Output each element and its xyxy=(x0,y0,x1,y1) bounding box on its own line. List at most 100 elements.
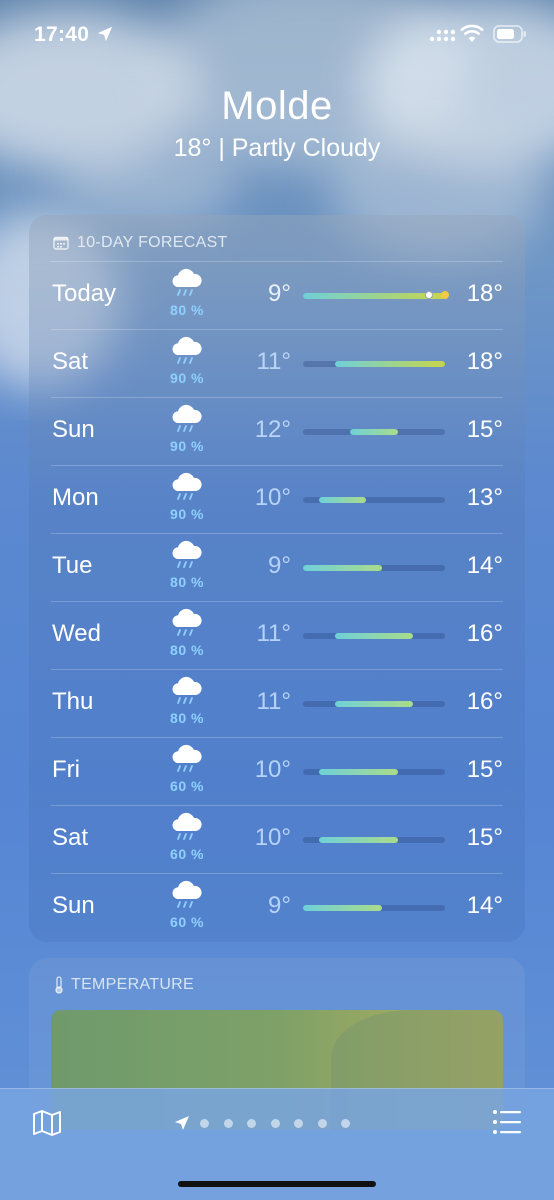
high-temp: 13° xyxy=(466,484,503,511)
row-divider xyxy=(51,465,503,466)
location-arrow-icon xyxy=(97,26,113,42)
high-temp: 18° xyxy=(466,348,503,375)
rain-cloud-icon xyxy=(168,607,204,639)
home-indicator[interactable] xyxy=(178,1181,376,1187)
low-temp: 11° xyxy=(256,348,291,375)
temp-range-bar xyxy=(303,633,445,639)
temp-range-fill xyxy=(334,633,414,639)
temp-range-bar xyxy=(303,497,445,503)
row-divider xyxy=(51,669,503,670)
status-time: 17:40 xyxy=(34,23,90,46)
low-temp: 9° xyxy=(268,892,291,919)
rain-cloud-icon xyxy=(168,675,204,707)
rain-cloud-icon xyxy=(168,267,204,299)
calendar-icon xyxy=(53,236,69,250)
temp-range-fill xyxy=(350,429,398,435)
precipitation-chance: 80 % xyxy=(170,642,204,658)
forecast-row[interactable]: Mon 90 % 10° 13° xyxy=(29,465,525,533)
temp-range-bar xyxy=(303,701,445,707)
forecast-day: Today xyxy=(52,280,117,307)
low-temp: 10° xyxy=(254,756,291,783)
temp-range-fill xyxy=(318,837,398,843)
temp-range-fill xyxy=(334,361,445,367)
temp-range-fill xyxy=(318,497,367,503)
temp-range-bar xyxy=(303,769,445,775)
row-divider xyxy=(51,601,503,602)
precipitation-chance: 60 % xyxy=(170,914,204,930)
forecast-row[interactable]: Sun 90 % 12° 15° xyxy=(29,397,525,465)
precipitation-chance: 60 % xyxy=(170,846,204,862)
precipitation-chance: 60 % xyxy=(170,778,204,794)
high-temp: 16° xyxy=(466,688,503,715)
forecast-day: Wed xyxy=(52,620,101,647)
precipitation-chance: 90 % xyxy=(170,506,204,522)
rain-cloud-icon xyxy=(168,335,204,367)
rain-cloud-icon xyxy=(168,539,204,571)
temp-range-bar xyxy=(303,361,445,367)
forecast-row[interactable]: Wed 80 % 11° 16° xyxy=(29,601,525,669)
low-temp: 10° xyxy=(254,824,291,851)
temp-range-bar xyxy=(303,429,445,435)
row-divider xyxy=(51,329,503,330)
rain-cloud-icon xyxy=(168,471,204,503)
forecast-title: 10-DAY FORECAST xyxy=(77,234,228,251)
temp-range-fill xyxy=(318,769,398,775)
forecast-row[interactable]: Sun 60 % 9° 14° xyxy=(29,873,525,941)
high-temp: 15° xyxy=(466,756,503,783)
temperature-title: TEMPERATURE xyxy=(71,976,195,993)
low-temp: 12° xyxy=(254,416,291,443)
forecast-row[interactable]: Fri 60 % 10° 15° xyxy=(29,737,525,805)
temp-range-bar xyxy=(303,565,445,571)
forecast-day: Tue xyxy=(52,552,93,579)
forecast-row[interactable]: Sat 90 % 11° 18° xyxy=(29,329,525,397)
high-temp: 18° xyxy=(466,280,503,307)
forecast-day: Fri xyxy=(52,756,80,783)
page-indicator[interactable] xyxy=(174,1115,365,1131)
temp-range-fill xyxy=(303,905,382,911)
temp-range-fill xyxy=(303,565,382,571)
wifi-icon xyxy=(460,24,484,42)
forecast-day: Sat xyxy=(52,824,89,851)
ten-day-forecast-card[interactable]: 10-DAY FORECAST Today 80 % 9° 18° Sat 90 % 11°… xyxy=(29,215,525,942)
current-conditions: 18° | Partly Cloudy xyxy=(173,134,381,162)
rain-cloud-icon xyxy=(168,403,204,435)
forecast-day: Sun xyxy=(52,416,95,443)
low-temp: 9° xyxy=(268,552,291,579)
map-icon[interactable] xyxy=(32,1109,62,1137)
rain-cloud-icon xyxy=(168,811,204,843)
forecast-day: Sat xyxy=(52,348,89,375)
row-divider xyxy=(51,397,503,398)
low-temp: 11° xyxy=(256,620,291,647)
high-temp: 15° xyxy=(466,824,503,851)
location-arrow-icon xyxy=(175,1116,189,1130)
list-icon[interactable] xyxy=(492,1109,522,1135)
row-divider xyxy=(51,261,503,262)
temp-range-fill xyxy=(303,293,445,299)
forecast-row[interactable]: Thu 80 % 11° 16° xyxy=(29,669,525,737)
forecast-day: Mon xyxy=(52,484,99,511)
precipitation-chance: 80 % xyxy=(170,710,204,726)
forecast-row[interactable]: Today 80 % 9° 18° xyxy=(29,261,525,329)
rain-cloud-icon xyxy=(168,743,204,775)
precipitation-chance: 90 % xyxy=(170,438,204,454)
row-divider xyxy=(51,533,503,534)
precipitation-chance: 90 % xyxy=(170,370,204,386)
high-temp: 16° xyxy=(466,620,503,647)
row-divider xyxy=(51,737,503,738)
low-temp: 10° xyxy=(254,484,291,511)
low-temp: 11° xyxy=(256,688,291,715)
cellular-signal-icon xyxy=(429,29,455,42)
high-temp: 15° xyxy=(466,416,503,443)
status-bar: 17:40 xyxy=(0,0,554,70)
precipitation-chance: 80 % xyxy=(170,302,204,318)
range-end-marker xyxy=(441,291,449,299)
forecast-row[interactable]: Sat 60 % 10° 15° xyxy=(29,805,525,873)
forecast-row[interactable]: Tue 80 % 9° 14° xyxy=(29,533,525,601)
high-temp: 14° xyxy=(466,552,503,579)
rain-cloud-icon xyxy=(168,879,204,911)
row-divider xyxy=(51,873,503,874)
forecast-day: Thu xyxy=(52,688,94,715)
forecast-day: Sun xyxy=(52,892,95,919)
thermometer-icon xyxy=(55,976,63,994)
battery-icon xyxy=(493,25,526,43)
